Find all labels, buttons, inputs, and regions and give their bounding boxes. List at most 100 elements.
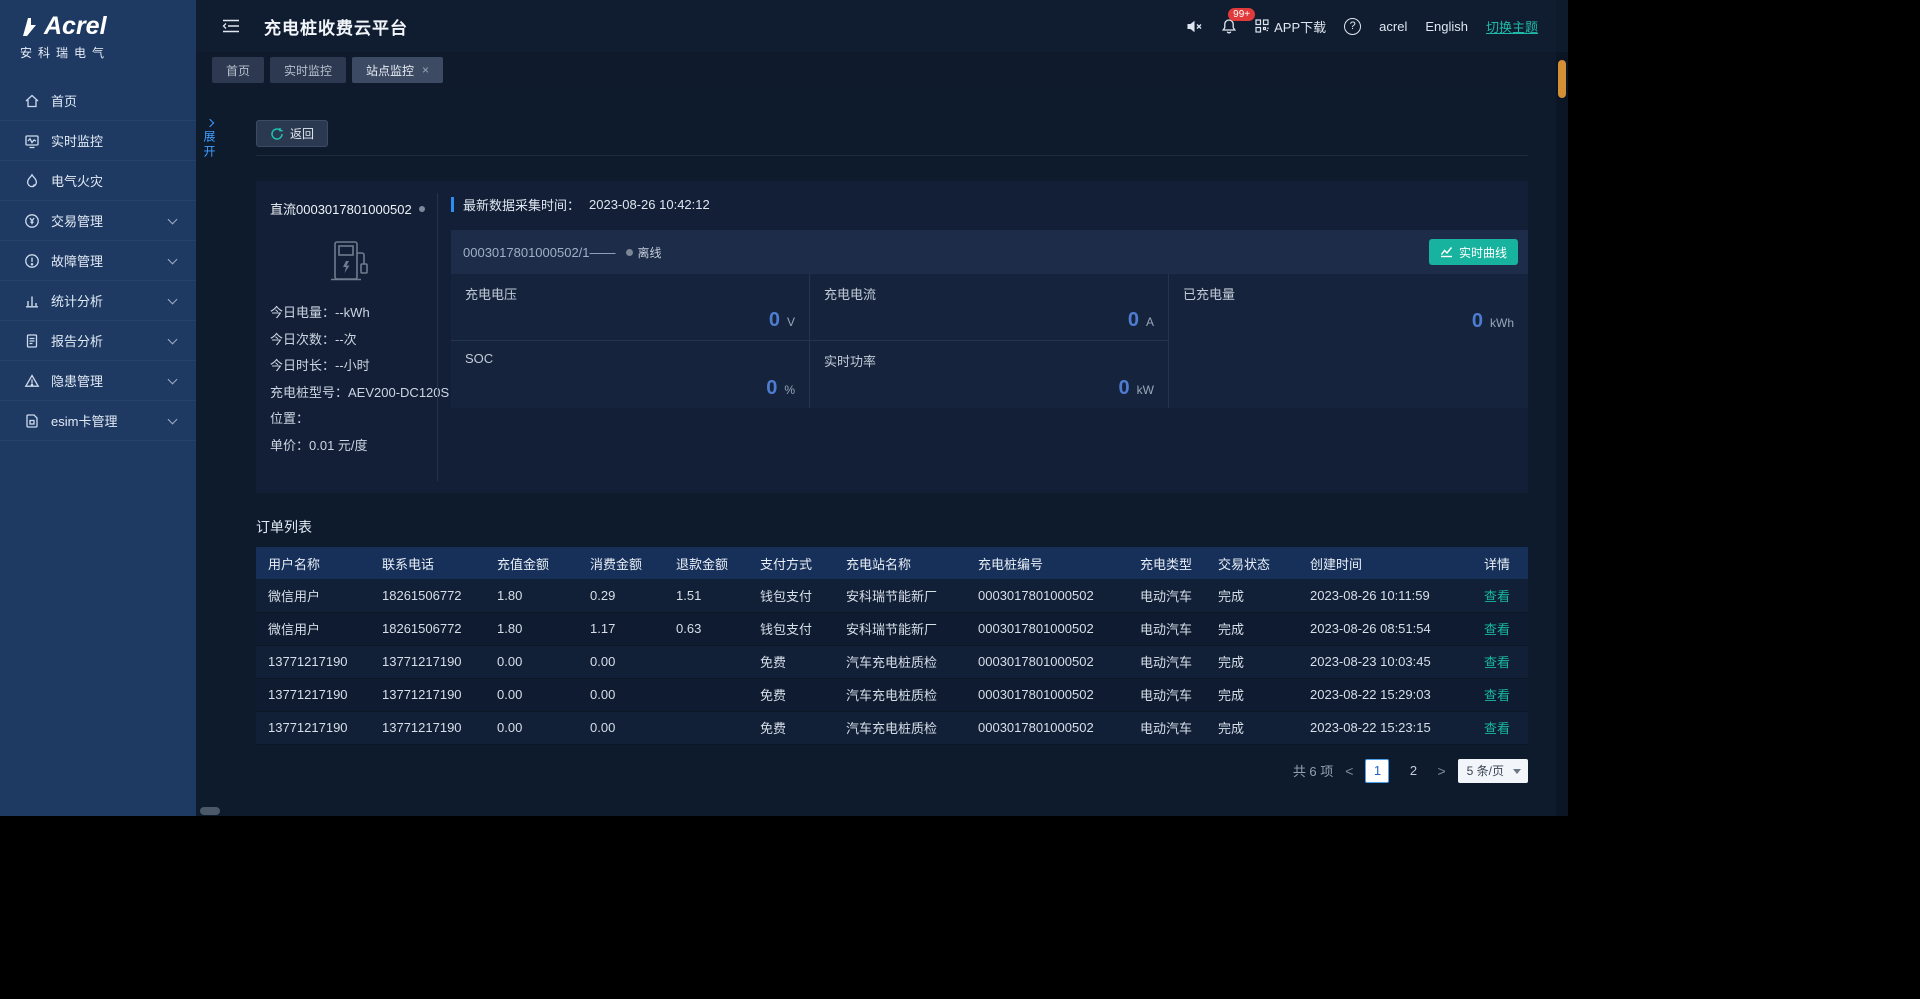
table-cell: 1.51: [664, 579, 748, 612]
sidebar-item-statistics[interactable]: 统计分析: [0, 281, 196, 321]
tab-realtime-monitor[interactable]: 实时监控: [270, 57, 346, 83]
table-cell-detail: 查看: [1472, 612, 1528, 645]
tab-home[interactable]: 首页: [212, 57, 264, 83]
app-download-label: APP下载: [1274, 17, 1326, 36]
sidebar-item-hazards[interactable]: 隐患管理: [0, 361, 196, 401]
table-cell: 18261506772: [370, 579, 485, 612]
table-cell: [664, 711, 748, 744]
sidebar-item-label: esim卡管理: [51, 411, 117, 430]
next-page-button[interactable]: >: [1437, 763, 1445, 779]
table-cell: 免费: [748, 678, 834, 711]
metric-unit: kW: [1137, 383, 1154, 397]
back-icon: [270, 127, 284, 141]
metric-unit: kWh: [1490, 316, 1514, 330]
back-button[interactable]: 返回: [256, 120, 328, 147]
device-card: 直流0003017801000502: [256, 181, 437, 493]
tab-label: 站点监控: [366, 62, 414, 79]
table-cell: 13771217190: [256, 711, 370, 744]
table-cell: 13771217190: [256, 678, 370, 711]
table-cell: 0.00: [578, 711, 664, 744]
order-detail-link[interactable]: 查看: [1484, 688, 1510, 703]
page-2-button[interactable]: 2: [1401, 759, 1425, 783]
app-download-link[interactable]: APP下载: [1255, 17, 1326, 36]
offline-status-dot: [626, 249, 633, 256]
table-cell: 18261506772: [370, 612, 485, 645]
stat-location: 位置：: [270, 406, 427, 433]
tab-label: 实时监控: [284, 62, 332, 79]
column-header: 详情: [1472, 547, 1528, 579]
help-icon[interactable]: ?: [1344, 18, 1361, 35]
orders-header-row: 用户名称联系电话充值金额消费金额退款金额支付方式充电站名称充电桩编号充电类型交易…: [256, 547, 1528, 579]
column-header: 消费金额: [578, 547, 664, 579]
table-cell: 1.17: [578, 612, 664, 645]
table-row: 微信用户182615067721.801.170.63钱包支付安科瑞节能新厂00…: [256, 612, 1528, 645]
table-cell: 微信用户: [256, 579, 370, 612]
order-detail-link[interactable]: 查看: [1484, 721, 1510, 736]
language-toggle[interactable]: English: [1425, 19, 1468, 34]
line-chart-icon: [1440, 246, 1453, 258]
table-cell: 完成: [1206, 612, 1298, 645]
sidebar-item-home[interactable]: 首页: [0, 81, 196, 121]
chevron-down-icon: [168, 214, 178, 224]
bar-chart-icon: [24, 293, 40, 309]
close-icon[interactable]: ×: [422, 63, 429, 77]
gun-status: 离线: [626, 244, 662, 261]
vertical-scrollbar-thumb[interactable]: [1558, 60, 1566, 98]
sidebar-item-transactions[interactable]: 交易管理: [0, 201, 196, 241]
stat-today-energy: 今日电量：--kWh: [270, 300, 427, 327]
prev-page-button[interactable]: <: [1345, 763, 1353, 779]
table-cell: 钱包支付: [748, 579, 834, 612]
realtime-curve-button[interactable]: 实时曲线: [1429, 239, 1518, 265]
order-detail-link[interactable]: 查看: [1484, 589, 1510, 604]
page-size-select[interactable]: 5 条/页: [1458, 759, 1528, 783]
chevron-right-icon: [205, 119, 213, 127]
sidebar-item-realtime-monitor[interactable]: 实时监控: [0, 121, 196, 161]
sidebar-expander[interactable]: 展开: [201, 120, 218, 160]
sidebar-menu: 首页 实时监控 电气火灾 交易管理: [0, 81, 196, 441]
horizontal-scrollbar-thumb[interactable]: [200, 807, 220, 815]
column-header: 支付方式: [748, 547, 834, 579]
sidebar-item-faults[interactable]: 故障管理: [0, 241, 196, 281]
theme-toggle[interactable]: 切换主题: [1486, 17, 1538, 36]
tab-station-monitor[interactable]: 站点监控 ×: [352, 57, 443, 83]
monitor-icon: [24, 133, 40, 149]
transaction-icon: [24, 213, 40, 229]
pagination: 共 6 项 < 1 2 > 5 条/页: [256, 759, 1528, 783]
pagination-total: 共 6 项: [1293, 761, 1333, 780]
table-cell: 0.63: [664, 612, 748, 645]
table-cell: 安科瑞节能新厂: [834, 612, 966, 645]
table-cell: 钱包支付: [748, 612, 834, 645]
tab-label: 首页: [226, 62, 250, 79]
sidebar-item-label: 首页: [51, 91, 77, 110]
metric-value: 0: [1119, 377, 1130, 400]
sidebar-item-electrical-fire[interactable]: 电气火灾: [0, 161, 196, 201]
table-cell: 13771217190: [370, 678, 485, 711]
horizontal-scrollbar[interactable]: [196, 806, 1556, 816]
orders-title: 订单列表: [256, 517, 1528, 537]
vertical-scrollbar[interactable]: [1556, 52, 1568, 816]
page-1-button[interactable]: 1: [1365, 759, 1389, 783]
sidebar-item-esim[interactable]: esim卡管理: [0, 401, 196, 441]
charging-pile-icon: [323, 238, 375, 286]
logo-mark-icon: [20, 17, 38, 37]
order-detail-link[interactable]: 查看: [1484, 655, 1510, 670]
menu-fold-icon[interactable]: [222, 18, 242, 34]
home-icon: [24, 93, 40, 109]
curve-button-label: 实时曲线: [1459, 244, 1507, 261]
table-row: 13771217190137712171900.000.00免费汽车充电桩质检0…: [256, 645, 1528, 678]
notification-bell[interactable]: 99+: [1221, 18, 1237, 35]
column-header: 充电桩编号: [966, 547, 1128, 579]
table-cell-detail: 查看: [1472, 645, 1528, 678]
metric-value: 0: [769, 309, 780, 332]
mute-icon[interactable]: [1186, 19, 1203, 34]
table-cell: 电动汽车: [1128, 678, 1206, 711]
orders-table-body: 微信用户182615067721.800.291.51钱包支付安科瑞节能新厂00…: [256, 579, 1528, 744]
order-detail-link[interactable]: 查看: [1484, 622, 1510, 637]
column-header: 退款金额: [664, 547, 748, 579]
username[interactable]: acrel: [1379, 19, 1407, 34]
metric-value: 0: [766, 377, 777, 400]
table-cell: 电动汽车: [1128, 579, 1206, 612]
table-cell: 0.29: [578, 579, 664, 612]
report-icon: [24, 333, 40, 349]
sidebar-item-reports[interactable]: 报告分析: [0, 321, 196, 361]
